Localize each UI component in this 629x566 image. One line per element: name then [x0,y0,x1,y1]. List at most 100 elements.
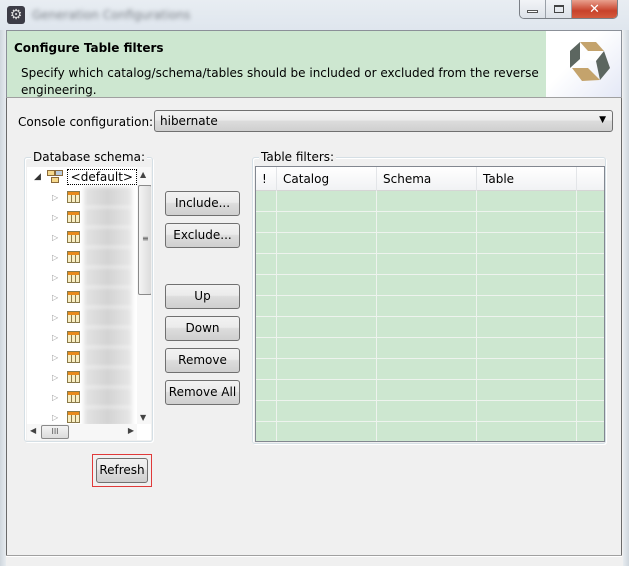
tree-item-table[interactable]: ▷ [27,207,137,227]
tree-item-table[interactable]: ▷ [27,247,137,267]
bottom-separator [6,555,622,557]
table-icon [67,351,80,363]
collapsed-arrow-icon[interactable]: ▷ [52,373,62,382]
scroll-thumb-horizontal[interactable]: III [41,425,69,439]
scroll-thumb[interactable]: ≡ [138,185,151,295]
table-icon [67,311,80,323]
tree-item-table[interactable]: ▷ [27,347,137,367]
console-config-select[interactable]: hibernate ▼ [154,110,613,132]
refresh-button[interactable]: Refresh [96,458,148,483]
include-button[interactable]: Include... [165,191,240,216]
table-icon [67,231,80,243]
collapsed-arrow-icon[interactable]: ▷ [52,313,62,322]
table-filters-label: Table filters: [259,150,337,164]
grid-body [256,191,604,441]
collapsed-arrow-icon[interactable]: ▷ [52,213,62,222]
title-bar: ⚙ Generation Configurations ✕ [0,0,629,30]
table-row[interactable] [256,254,604,275]
collapsed-arrow-icon[interactable]: ▷ [52,393,62,402]
obscured-table-name [84,347,132,367]
maximize-icon [553,5,564,13]
table-icon [67,211,80,223]
tree-item-table[interactable]: ▷ [27,307,137,327]
expanded-arrow-icon: ◢ [34,172,41,182]
obscured-table-name [84,307,132,327]
column-header-schema[interactable]: Schema [377,167,477,191]
obscured-table-name [84,227,132,247]
database-schema-group: Database schema: ◢ <default> ▷ ▷ ▷ ▷ ▷ ▷ ▷ ▷ ▷ ▷ ▷… [24,150,153,442]
page-description: Specify which catalog/schema/tables shou… [21,66,539,97]
table-row[interactable] [256,233,604,254]
hibernate-logo-icon [546,31,621,97]
table-row[interactable] [256,338,604,359]
table-row[interactable] [256,401,604,422]
tree-vertical-scrollbar[interactable]: ▲ ≡ ▼ [137,167,151,424]
collapsed-arrow-icon[interactable]: ▷ [52,233,62,242]
column-header-catalog[interactable]: Catalog [277,167,377,191]
collapsed-arrow-icon[interactable]: ▷ [52,353,62,362]
wizard-header: Configure Table filters Specify which ca… [6,30,622,98]
console-config-label: Console configuration: [18,115,154,129]
tree-item-table[interactable]: ▷ [27,187,137,207]
up-button[interactable]: Up [165,284,240,309]
table-row[interactable] [256,359,604,380]
scroll-down-icon[interactable]: ▼ [140,413,146,422]
gear-icon: ⚙ [7,6,25,24]
close-icon: ✕ [589,1,600,17]
tree-item-table[interactable]: ▷ [27,327,137,347]
table-row[interactable] [256,275,604,296]
collapsed-arrow-icon[interactable]: ▷ [52,413,62,422]
tree-root-default[interactable]: ◢ <default> [27,167,137,187]
page-title: Configure Table filters [14,41,164,55]
minimize-button[interactable] [520,0,546,18]
refresh-highlight: Refresh [92,454,152,487]
chevron-down-icon: ▼ [599,115,606,125]
column-header-table[interactable]: Table [477,167,577,191]
database-schema-label: Database schema: [31,150,147,164]
exclude-button[interactable]: Exclude... [165,223,240,248]
collapsed-arrow-icon[interactable]: ▷ [52,333,62,342]
table-icon [67,251,80,263]
obscured-table-name [84,207,132,227]
collapsed-arrow-icon[interactable]: ▷ [52,193,62,202]
table-row[interactable] [256,191,604,212]
table-row[interactable] [256,296,604,317]
tree-item-table[interactable]: ▷ [27,287,137,307]
collapsed-arrow-icon[interactable]: ▷ [52,253,62,262]
remove-all-button[interactable]: Remove All [165,380,240,405]
tree-item-table[interactable]: ▷ [27,387,137,407]
tree-item-table[interactable]: ▷ [27,267,137,287]
table-row[interactable] [256,380,604,401]
collapsed-arrow-icon[interactable]: ▷ [52,293,62,302]
grid-header: ! Catalog Schema Table [256,167,604,191]
close-button[interactable]: ✕ [572,0,617,18]
window-frame-right [623,30,629,566]
remove-button[interactable]: Remove [165,348,240,373]
scroll-left-icon[interactable]: ◀ [30,426,36,435]
window-controls: ✕ [519,0,618,19]
tree-horizontal-scrollbar[interactable]: ◀ III ▶ [27,424,137,440]
tree-item-table[interactable]: ▷ [27,227,137,247]
table-icon [67,291,80,303]
scroll-right-icon[interactable]: ▶ [128,426,134,435]
console-config-value: hibernate [160,114,218,128]
table-row[interactable] [256,212,604,233]
collapsed-arrow-icon[interactable]: ▷ [52,273,62,282]
obscured-table-name [84,387,132,407]
table-row[interactable] [256,317,604,338]
column-header-flag[interactable]: ! [256,167,277,191]
tree-item-table[interactable]: ▷ [27,367,137,387]
wizard-content: Console configuration: hibernate ▼ Datab… [6,98,622,555]
tree-root-label: <default> [66,169,137,185]
minimize-icon [527,9,538,13]
table-icon [67,331,80,343]
schema-tree[interactable]: ◢ <default> ▷ ▷ ▷ ▷ ▷ ▷ ▷ ▷ ▷ ▷ ▷ ▷ ▲ ≡ ▼ ◀ III ▶ [27,167,151,440]
table-icon [67,191,80,203]
maximize-button[interactable] [546,0,572,18]
table-filters-group: Table filters: ! Catalog Schema Table [252,150,606,444]
scroll-up-icon[interactable]: ▲ [140,170,146,179]
table-filters-grid[interactable]: ! Catalog Schema Table [255,166,605,442]
obscured-table-name [84,267,132,287]
down-button[interactable]: Down [165,316,240,341]
table-row[interactable] [256,422,604,441]
